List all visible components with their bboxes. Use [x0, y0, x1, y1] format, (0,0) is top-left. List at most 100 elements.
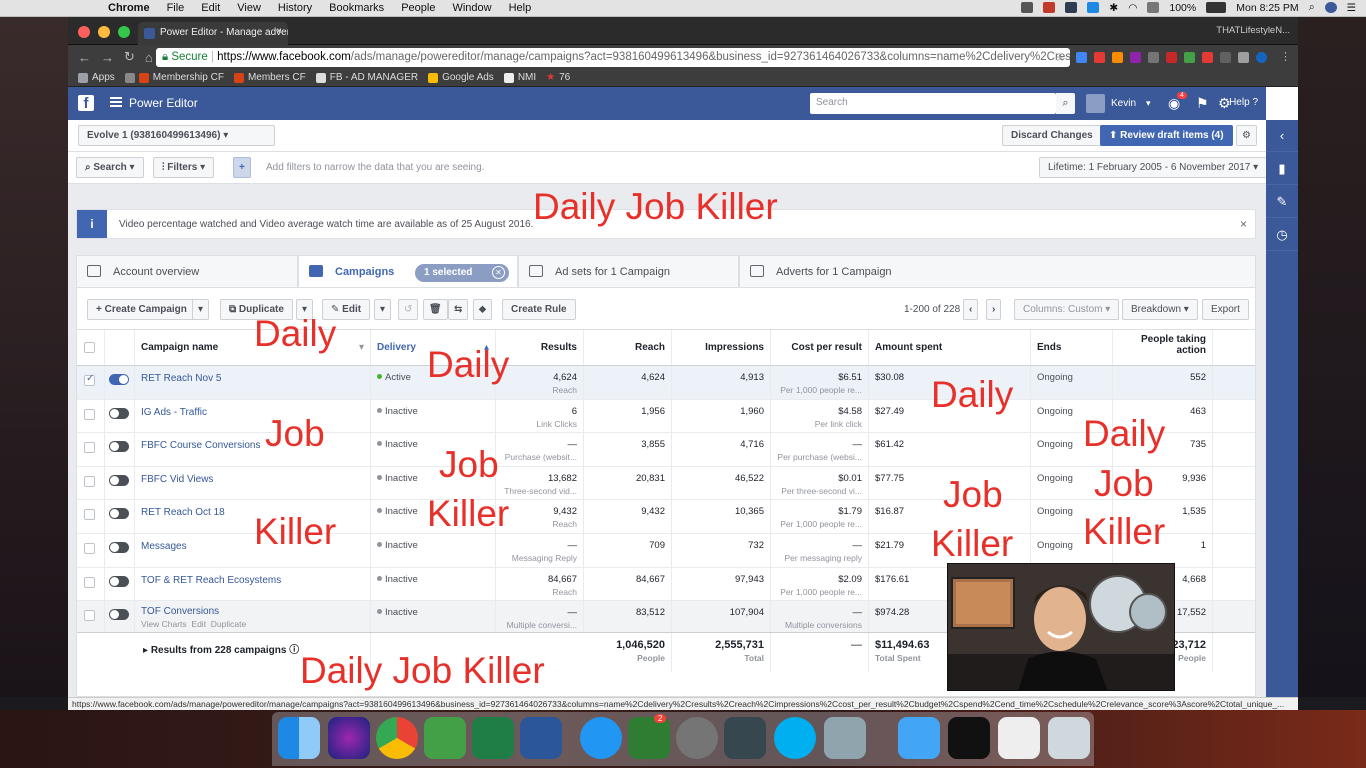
dropbox-icon[interactable] [1065, 2, 1078, 13]
row-checkbox[interactable] [84, 509, 95, 521]
settings-gear-button[interactable]: ⚙ [1236, 125, 1257, 146]
word-icon[interactable] [520, 717, 562, 759]
ab-test-icon[interactable]: ⇆ [448, 299, 469, 320]
row-checkbox[interactable] [84, 475, 95, 487]
extension-icon[interactable] [1202, 52, 1213, 63]
app-menu[interactable]: Chrome [108, 2, 150, 14]
record-icon[interactable] [1043, 2, 1056, 13]
extension-icon[interactable] [1112, 52, 1123, 63]
bookmark-membership-cf[interactable]: Membership CF [124, 72, 224, 83]
menu-people[interactable]: People [401, 2, 435, 14]
chevron-down-icon[interactable]: ▾ [1146, 98, 1151, 109]
filters-button[interactable]: ⫶ Filters ▾ [153, 157, 215, 178]
row-checkbox[interactable] [84, 543, 95, 554]
chart-icon[interactable]: ▮ [1266, 153, 1298, 185]
menu-view[interactable]: View [237, 2, 261, 14]
bookmark-nmi[interactable]: NMI [503, 72, 536, 83]
row-checkbox[interactable] [84, 408, 95, 420]
table-row[interactable]: RET Reach Nov 5Active4,624Reach4,6244,91… [77, 366, 1255, 400]
preview-icon[interactable] [824, 717, 866, 759]
close-window-icon[interactable] [78, 26, 90, 38]
browser-tab[interactable]: Power Editor - Manage advert × [138, 22, 288, 45]
header-cost-per-result[interactable]: Cost per result [771, 330, 869, 365]
table-row[interactable]: IG Ads - Traffic Inactive 6 Link Clicks 1,95… [77, 399, 1255, 434]
prev-page-icon[interactable]: ‹ [963, 299, 979, 320]
row-checkbox[interactable] [84, 442, 95, 454]
table-row[interactable]: FBFC Vid Views Inactive 13,682 Three-second… [77, 466, 1255, 501]
hamburger-menu-icon[interactable] [110, 97, 122, 107]
screenshot-icon[interactable] [724, 717, 766, 759]
info-circle-icon[interactable]: ⓘ [289, 645, 299, 656]
back-icon[interactable]: ← [78, 50, 91, 65]
header-impressions[interactable]: Impressions [672, 330, 771, 365]
menu-window[interactable]: Window [452, 2, 491, 14]
bookmark-apps[interactable]: Apps [78, 72, 115, 83]
expand-icon[interactable]: ▸ [143, 645, 148, 656]
facetime-icon[interactable] [628, 717, 670, 759]
volume-icon[interactable] [1147, 2, 1160, 13]
reload-icon[interactable]: ↻ [124, 49, 135, 65]
fb-search-input[interactable]: Search [810, 93, 1056, 114]
campaign-name-link[interactable]: IG Ads - Traffic [141, 407, 207, 418]
header-amount-spent[interactable]: Amount spent [869, 330, 1031, 365]
menu-help[interactable]: Help [509, 2, 532, 14]
view-charts-link[interactable]: View Charts [141, 619, 187, 629]
home-icon[interactable]: ⌂ [145, 50, 153, 65]
skype-icon[interactable] [1087, 2, 1100, 13]
close-icon[interactable]: × [1240, 217, 1247, 231]
date-range-picker[interactable]: Lifetime: 1 February 2005 - 6 November 2… [1039, 157, 1266, 178]
campaign-name-link[interactable]: RET Reach Nov 5 [141, 373, 221, 384]
breakdown-dropdown[interactable]: Breakdown ▾ [1122, 299, 1198, 320]
extension-icon[interactable] [1184, 52, 1195, 63]
avatar[interactable] [1086, 94, 1105, 113]
create-campaign-button[interactable]: + Create Campaign [87, 299, 196, 320]
campaign-toggle[interactable] [109, 508, 129, 520]
wifi-icon[interactable]: ◠ [1128, 2, 1137, 14]
header-people-taking-action[interactable]: People taking action [1113, 330, 1213, 365]
campaign-toggle[interactable] [109, 542, 129, 553]
search-icon[interactable]: ⌕ [1056, 93, 1075, 114]
tab-ad-sets[interactable]: Ad sets for 1 Campaign [518, 255, 739, 287]
forward-icon[interactable]: → [101, 50, 114, 65]
spotlight-icon[interactable]: ⌕ [1309, 1, 1315, 14]
extension-icon[interactable] [1220, 52, 1231, 63]
campaign-name-link[interactable]: TOF & RET Reach Ecosystems [141, 575, 281, 586]
minimize-window-icon[interactable] [98, 26, 110, 38]
bookmark-76[interactable]: ★ 76 [546, 72, 570, 83]
chrome-menu-icon[interactable]: ⋮ [1280, 50, 1291, 63]
tag-icon[interactable]: ⬥ [473, 299, 492, 320]
url-input[interactable]: 🔒︎ Secure | https://www.facebook.com/ads… [156, 48, 1070, 67]
system-preferences-icon[interactable] [676, 717, 718, 759]
create-dropdown[interactable]: ▾ [192, 299, 210, 320]
row-checkbox[interactable] [84, 610, 95, 622]
tab-adverts[interactable]: Adverts for 1 Campaign [739, 255, 1256, 287]
duplicate-link[interactable]: Duplicate [211, 619, 246, 629]
review-draft-button[interactable]: ⬆ Review draft items (4) [1100, 125, 1233, 146]
header-cell[interactable] [77, 330, 105, 365]
campaign-toggle[interactable] [109, 441, 129, 453]
discard-changes-button[interactable]: Discard Changes [1002, 125, 1102, 146]
terminal-icon[interactable] [948, 717, 990, 759]
campaign-toggle[interactable] [109, 374, 129, 385]
star-icon[interactable]: ☆ [1055, 50, 1065, 64]
tab-account-overview[interactable]: Account overview [76, 255, 298, 287]
extension-icon[interactable] [1256, 52, 1267, 63]
camtasia-icon[interactable] [424, 717, 466, 759]
campaign-name-link[interactable]: Messages [141, 541, 187, 552]
campaign-name-link[interactable]: RET Reach Oct 18 [141, 507, 225, 518]
search-button[interactable]: ⌕ Search ▾ [76, 157, 144, 178]
table-row[interactable]: FBFC Course Conversions Inactive — Purchase… [77, 433, 1255, 467]
extension-icon[interactable] [1238, 52, 1249, 63]
clear-selection-icon[interactable]: ✕ [492, 266, 505, 279]
tab-campaigns[interactable]: Campaigns 1 selected ✕ [298, 255, 518, 288]
skype-icon[interactable] [774, 717, 816, 759]
menu-file[interactable]: File [167, 2, 185, 14]
siri-icon[interactable] [1324, 2, 1337, 13]
collapse-icon[interactable]: ‹ [1266, 120, 1298, 152]
selection-pill[interactable]: 1 selected ✕ [415, 264, 509, 282]
profile-name[interactable]: THATLifestyleN... [1216, 25, 1290, 36]
row-checkbox[interactable] [84, 373, 95, 386]
pencil-icon[interactable]: ✎ [1266, 186, 1298, 218]
user-name[interactable]: Kevin [1111, 98, 1136, 109]
extension-icon[interactable] [1076, 52, 1087, 63]
